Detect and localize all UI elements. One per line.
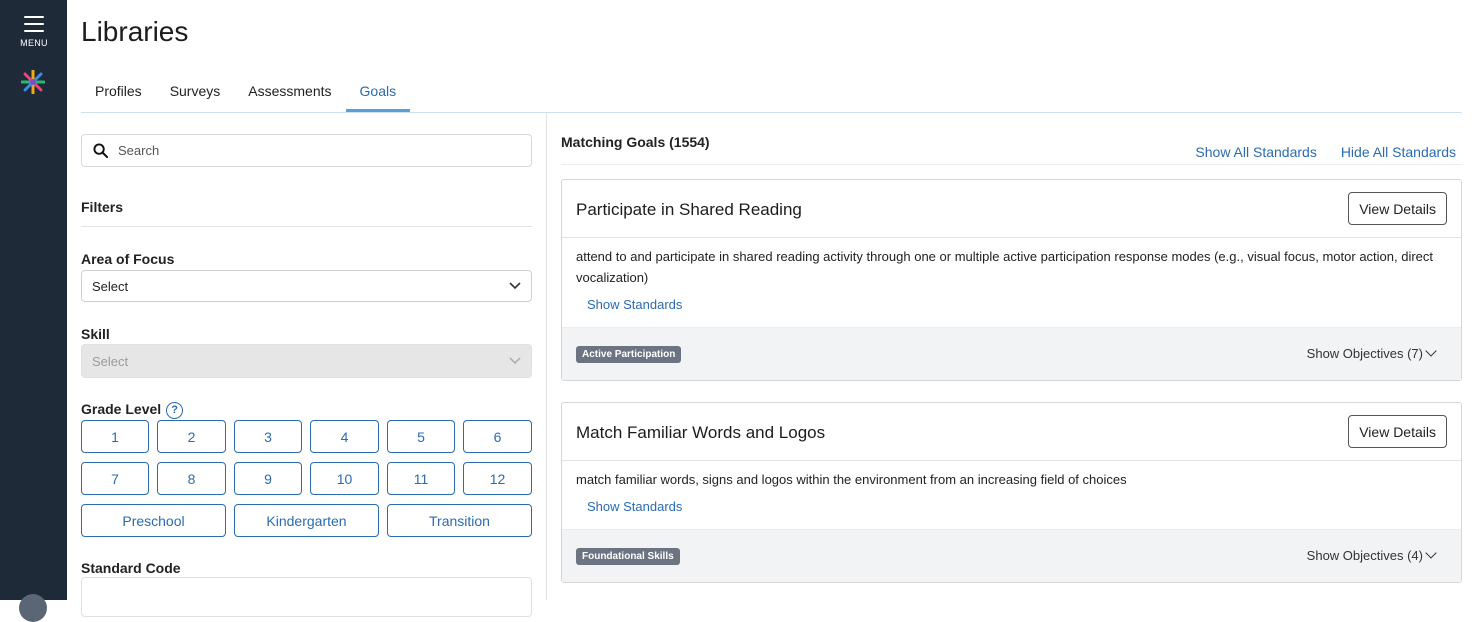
grade-button-1[interactable]: 1 (81, 420, 149, 453)
divider (81, 226, 532, 227)
area-badge: Active Participation (576, 346, 682, 363)
show-standards-link[interactable]: Show Standards (587, 496, 682, 517)
goal-card-footer: Foundational Skills Show Objectives (4) (562, 529, 1461, 582)
show-objectives-toggle[interactable]: Show Objectives (4) (1306, 547, 1437, 563)
grade-button-transition[interactable]: Transition (387, 504, 532, 537)
goal-description: match familiar words, signs and logos wi… (576, 472, 1127, 487)
tab-goals[interactable]: Goals (345, 72, 411, 112)
show-objectives-label: Show Objectives (4) (1306, 548, 1423, 563)
standard-code-label: Standard Code (81, 560, 181, 576)
grade-button-9[interactable]: 9 (234, 462, 302, 495)
tab-bar: Profiles Surveys Assessments Goals (81, 72, 1462, 113)
show-objectives-label: Show Objectives (7) (1306, 346, 1423, 361)
view-details-button[interactable]: View Details (1348, 192, 1447, 225)
chevron-down-icon (1425, 345, 1437, 357)
filters-panel: Filters Area of Focus Select Skill Selec… (81, 113, 546, 617)
goal-card-body: match familiar words, signs and logos wi… (562, 461, 1461, 517)
main-content: Libraries Profiles Surveys Assessments G… (67, 0, 1472, 617)
grade-button-10[interactable]: 10 (310, 462, 379, 495)
grade-button-3[interactable]: 3 (234, 420, 302, 453)
grade-button-8[interactable]: 8 (157, 462, 226, 495)
area-of-focus-value: Select (92, 278, 129, 294)
show-all-standards-link[interactable]: Show All Standards (1195, 144, 1316, 160)
sidebar: MENU (0, 0, 67, 622)
goal-card: Participate in Shared Reading View Detai… (561, 179, 1462, 381)
area-of-focus-label: Area of Focus (81, 251, 175, 267)
area-badge: Foundational Skills (576, 548, 680, 565)
grade-button-11[interactable]: 11 (387, 462, 455, 495)
question-circle-icon[interactable]: ? (166, 401, 184, 419)
grade-button-6[interactable]: 6 (463, 420, 532, 453)
grade-button-kindergarten[interactable]: Kindergarten (234, 504, 379, 537)
results-panel: Matching Goals (1554) Show All Standards… (561, 113, 1462, 600)
filters-heading: Filters (81, 199, 124, 215)
panel-divider (546, 113, 547, 600)
chevron-down-icon (1425, 547, 1437, 559)
goal-card: Match Familiar Words and Logos View Deta… (561, 402, 1462, 583)
goal-card-header: Match Familiar Words and Logos View Deta… (562, 403, 1461, 461)
grade-button-7[interactable]: 7 (81, 462, 149, 495)
tab-assessments[interactable]: Assessments (234, 72, 345, 112)
skill-select: Select (81, 344, 532, 378)
grade-button-5[interactable]: 5 (387, 420, 455, 453)
area-of-focus-select[interactable]: Select (81, 270, 532, 302)
grade-button-4[interactable]: 4 (310, 420, 379, 453)
menu-label: MENU (20, 38, 48, 48)
show-standards-link[interactable]: Show Standards (587, 294, 682, 315)
skill-label: Skill (81, 326, 110, 342)
grade-level-text: Grade Level (81, 401, 162, 417)
hide-all-standards-link[interactable]: Hide All Standards (1341, 144, 1456, 160)
goal-card-body: attend to and participate in shared read… (562, 238, 1461, 315)
tab-surveys[interactable]: Surveys (156, 72, 235, 112)
divider (561, 164, 1462, 165)
standards-toggle-links: Show All Standards Hide All Standards (1195, 144, 1456, 160)
goal-card-footer: Active Participation Show Objectives (7) (562, 327, 1461, 380)
page-title: Libraries (81, 16, 189, 47)
matching-goals-count: Matching Goals (1554) (561, 134, 710, 150)
goal-card-header: Participate in Shared Reading View Detai… (562, 180, 1461, 238)
hamburger-icon (24, 16, 44, 32)
show-objectives-toggle[interactable]: Show Objectives (7) (1306, 345, 1437, 361)
tab-profiles[interactable]: Profiles (81, 72, 156, 112)
grade-button-12[interactable]: 12 (463, 462, 532, 495)
standard-code-input[interactable] (81, 577, 532, 617)
grade-button-preschool[interactable]: Preschool (81, 504, 226, 537)
view-details-button[interactable]: View Details (1348, 415, 1447, 448)
search-icon (82, 143, 118, 158)
grade-button-2[interactable]: 2 (157, 420, 226, 453)
avatar[interactable] (19, 594, 47, 622)
goal-description: attend to and participate in shared read… (576, 249, 1434, 285)
chevron-down-icon (509, 282, 521, 290)
chevron-down-icon (509, 357, 521, 365)
search-input[interactable] (118, 143, 518, 158)
skill-value: Select (92, 353, 129, 369)
search-box (81, 134, 532, 167)
grade-level-label: Grade Level? (81, 401, 184, 419)
app-logo-icon[interactable] (21, 70, 45, 94)
goal-title: Match Familiar Words and Logos (576, 423, 826, 442)
goal-title: Participate in Shared Reading (576, 200, 802, 219)
menu-button[interactable]: MENU (14, 14, 54, 54)
